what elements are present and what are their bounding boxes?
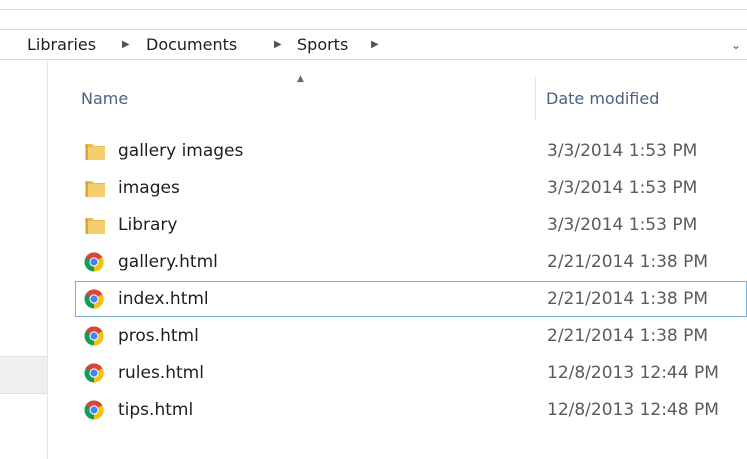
folder-icon — [84, 215, 106, 235]
chevron-right-icon[interactable]: ▶ — [371, 33, 379, 57]
file-row[interactable]: pros.html 2/21/2014 1:38 PM — [75, 318, 747, 354]
file-row[interactable]: gallery.html 2/21/2014 1:38 PM — [75, 244, 747, 280]
chrome-icon — [84, 289, 104, 309]
chevron-right-icon[interactable]: ▶ — [122, 33, 130, 57]
chevron-down-icon[interactable]: ⌄ — [729, 33, 743, 57]
column-header-name[interactable]: Name — [81, 84, 128, 114]
file-row[interactable]: tips.html 12/8/2013 12:48 PM — [75, 392, 747, 428]
window-top-divider — [0, 9, 747, 10]
sort-ascending-icon: ▲ — [297, 74, 304, 84]
chrome-icon — [84, 252, 104, 272]
file-name: Library — [118, 215, 178, 235]
file-name: rules.html — [118, 363, 204, 383]
folder-icon — [84, 141, 106, 161]
file-row[interactable]: Library 3/3/2014 1:53 PM — [75, 207, 747, 243]
chrome-icon — [84, 326, 104, 346]
chrome-icon — [84, 400, 104, 420]
navigation-pane-border — [47, 60, 48, 459]
file-name: tips.html — [118, 400, 194, 420]
file-row[interactable]: rules.html 12/8/2013 12:44 PM — [75, 355, 747, 391]
breadcrumb-sports[interactable]: Sports — [297, 33, 348, 57]
breadcrumb-libraries[interactable]: Libraries — [27, 33, 96, 57]
chrome-icon — [84, 363, 104, 383]
file-row[interactable]: images 3/3/2014 1:53 PM — [75, 170, 747, 206]
file-date-modified: 12/8/2013 12:44 PM — [547, 363, 719, 383]
file-name: pros.html — [118, 326, 199, 346]
file-name: gallery images — [118, 141, 244, 161]
file-name: index.html — [118, 289, 209, 309]
file-name: gallery.html — [118, 252, 218, 272]
folder-icon — [84, 178, 106, 198]
file-date-modified: 3/3/2014 1:53 PM — [547, 178, 698, 198]
column-divider[interactable] — [535, 76, 536, 120]
file-date-modified: 2/21/2014 1:38 PM — [547, 252, 709, 272]
file-date-modified: 3/3/2014 1:53 PM — [547, 141, 698, 161]
chevron-right-icon[interactable]: ▶ — [274, 33, 282, 57]
file-row[interactable]: gallery images 3/3/2014 1:53 PM — [75, 133, 747, 169]
column-header-date-modified[interactable]: Date modified — [546, 84, 659, 114]
file-date-modified: 2/21/2014 1:38 PM — [547, 289, 709, 309]
file-name: images — [118, 178, 180, 198]
file-row[interactable]: index.html 2/21/2014 1:38 PM — [75, 281, 747, 317]
address-bar[interactable]: Libraries ▶ Documents ▶ Sports ▶ ⌄ — [0, 29, 747, 60]
breadcrumb-documents[interactable]: Documents — [146, 33, 237, 57]
file-date-modified: 12/8/2013 12:48 PM — [547, 400, 719, 420]
file-date-modified: 2/21/2014 1:38 PM — [547, 326, 709, 346]
navigation-pane-selected-item[interactable] — [0, 356, 47, 394]
file-date-modified: 3/3/2014 1:53 PM — [547, 215, 698, 235]
